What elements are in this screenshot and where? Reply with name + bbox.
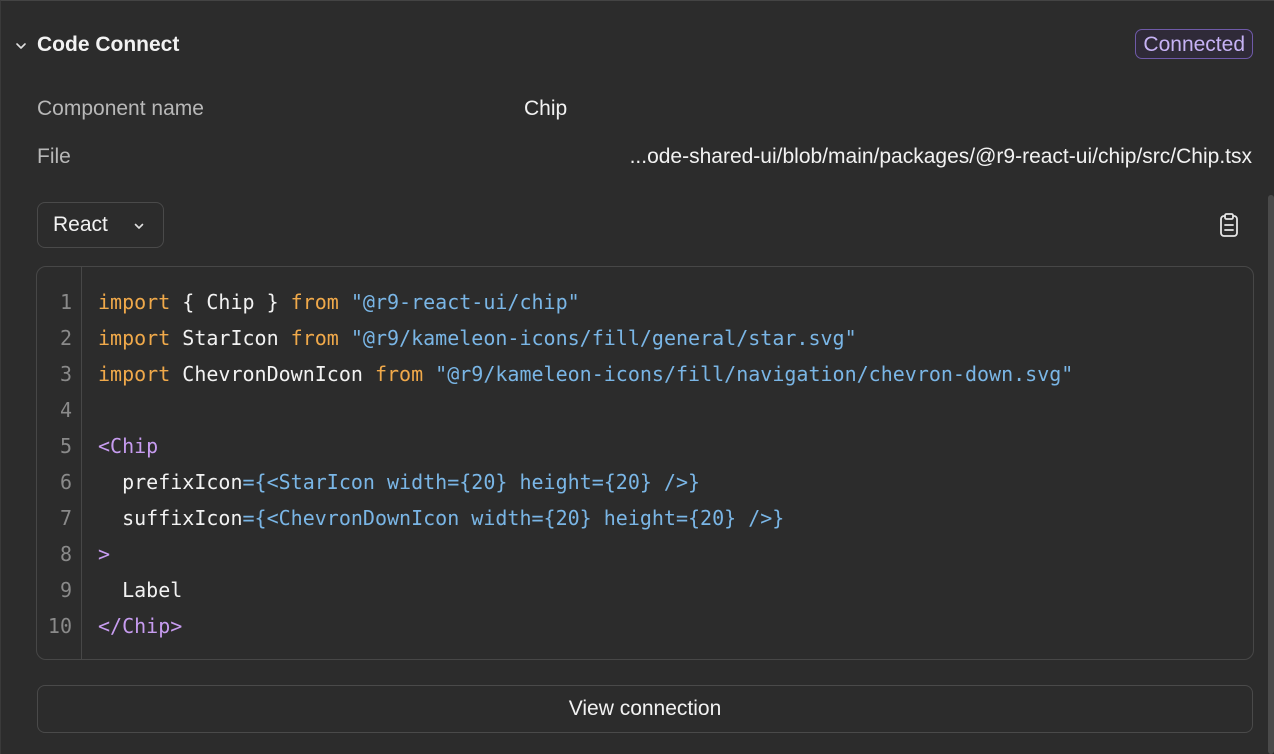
code-token: ChevronDownIcon [170,362,375,386]
language-select[interactable]: React [37,202,164,248]
code-token: suffixIcon [98,506,243,530]
code-token: prefixIcon [98,470,243,494]
line-number: 4 [59,398,72,422]
code-text: > [98,536,110,572]
line-number: 5 [59,434,72,458]
code-text: import ChevronDownIcon from "@r9/kameleo… [98,356,1073,392]
code-line: 4 [37,392,1253,428]
component-name-value: Chip [524,97,568,120]
code-text: suffixIcon={<ChevronDownIcon width={20} … [98,500,784,536]
chevron-down-icon[interactable] [13,38,29,54]
code-token: from [374,362,424,386]
view-connection-button[interactable]: View connection [37,685,1253,733]
code-token: { Chip } [170,290,291,314]
code-token: ={<ChevronDownIcon width={20} height={20… [242,506,785,530]
code-token: import [98,290,171,314]
code-token: "@r9/kameleon-icons/fill/general/star.sv… [350,326,857,350]
chevron-down-icon [134,223,144,229]
line-number: 6 [59,470,72,494]
file-label: File [37,145,71,168]
code-text: import StarIcon from "@r9/kameleon-icons… [98,320,857,356]
code-line: 8 > [37,536,1253,572]
line-number: 8 [59,542,72,566]
code-text: </Chip> [98,608,182,644]
line-number: 7 [59,506,72,530]
code-line: 7 suffixIcon={<ChevronDownIcon width={20… [37,500,1253,536]
code-connect-panel: Code Connect Connected Component name Ch… [0,0,1274,754]
code-token: from [290,326,339,350]
code-token: </Chip> [98,614,183,638]
code-token: import [98,326,171,350]
code-line: 10 </Chip> [37,608,1253,644]
section-header[interactable]: Code Connect Connected [1,29,1274,63]
code-token: Label [98,578,183,602]
line-number: 9 [59,578,72,602]
line-number: 2 [59,326,72,350]
code-line: 5 <Chip [37,428,1253,464]
scrollbar[interactable] [1268,195,1274,754]
language-select-value: React [53,213,108,236]
clipboard-icon[interactable] [1215,211,1243,239]
line-number: 1 [59,290,72,314]
code-token: import [98,362,171,386]
line-number: 3 [59,362,72,386]
code-token: <Chip [98,434,159,458]
code-line: 6 prefixIcon={<StarIcon width={20} heigh… [37,464,1253,500]
file-path-link[interactable]: ...ode-shared-ui/blob/main/packages/@r9-… [630,145,1252,169]
code-token: > [98,542,111,566]
code-token: "@r9/kameleon-icons/fill/navigation/chev… [435,362,1074,386]
status-badge: Connected [1135,29,1253,59]
code-text: Label [98,572,182,608]
code-snippet[interactable]: 1 import { Chip } from "@r9-react-ui/chip… [36,266,1254,660]
code-text: <Chip [98,428,158,464]
code-token: "@r9-react-ui/chip" [350,290,580,314]
component-name-label: Component name [37,97,204,120]
code-line: 9 Label [37,572,1253,608]
code-text: import { Chip } from "@r9-react-ui/chip" [98,284,580,320]
code-token: StarIcon [170,326,291,350]
code-line: 2 import StarIcon from "@r9/kameleon-icon… [37,320,1253,356]
code-text: prefixIcon={<StarIcon width={20} height=… [98,464,700,500]
code-line: 3 import ChevronDownIcon from "@r9/kamele… [37,356,1253,392]
code-token: ={<StarIcon width={20} height={20} />} [242,470,701,494]
line-number: 10 [47,614,72,638]
code-token: from [290,290,339,314]
code-line: 1 import { Chip } from "@r9-react-ui/chip… [37,284,1253,320]
section-title: Code Connect [37,33,180,56]
